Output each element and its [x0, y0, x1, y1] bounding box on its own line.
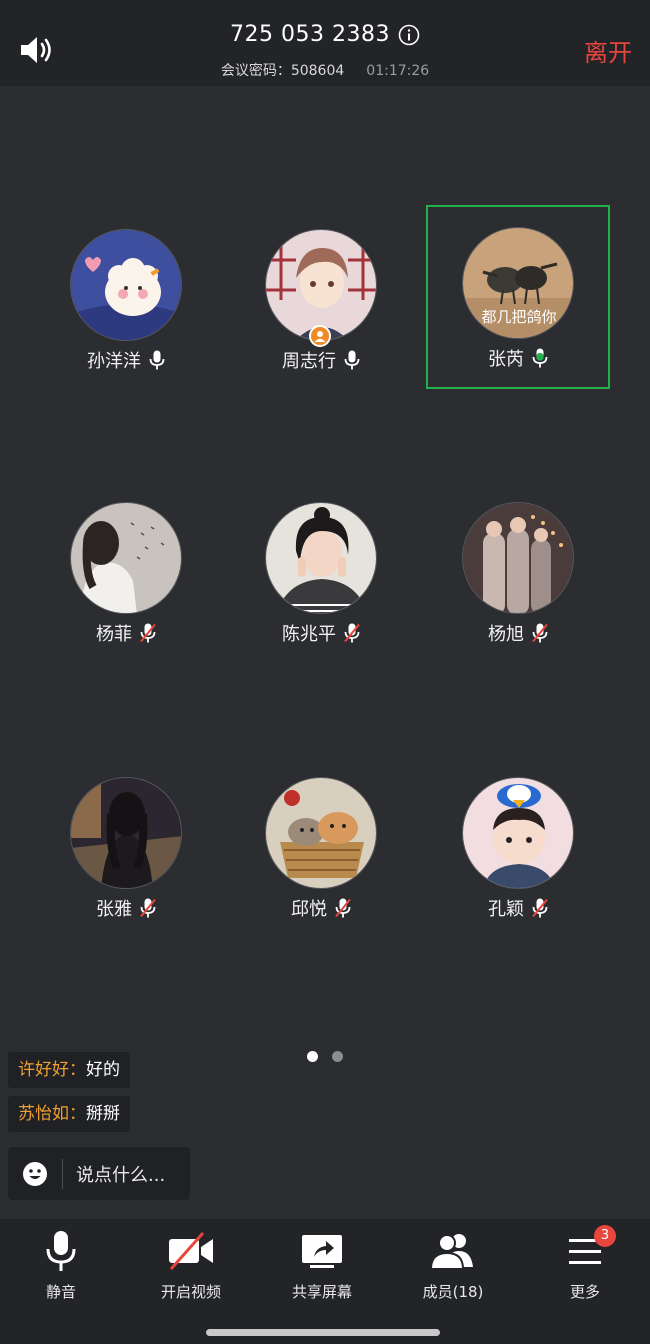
bottom-toolbar: 静音 开启视频 共享屏幕 成员(18) 3 更多	[0, 1219, 650, 1344]
mute-label: 静音	[45, 1283, 76, 1301]
participant-tile[interactable]: 杨菲	[36, 482, 216, 662]
meeting-header: 725 053 2383 会议密码：508604 01:17:26 离开	[0, 0, 650, 86]
emoji-icon[interactable]	[22, 1161, 48, 1187]
mic-speaking-icon	[532, 348, 548, 368]
avatar	[265, 502, 377, 614]
mic-muted-icon	[532, 898, 548, 918]
avatar: 都几把鸽你	[462, 227, 574, 339]
participant-name: 孔颖	[488, 899, 524, 920]
participant-name-row: 陈兆平	[231, 620, 411, 646]
more-button[interactable]: 3 更多	[530, 1225, 640, 1309]
meeting-id-row: 725 053 2383	[0, 22, 650, 47]
meeting-subinfo: 会议密码：508604 01:17:26	[0, 60, 650, 80]
mute-button[interactable]: 静音	[6, 1229, 116, 1309]
members-icon	[429, 1229, 477, 1273]
participant-name: 周志行	[282, 351, 336, 372]
meeting-id: 725 053 2383	[230, 22, 390, 47]
participant-name: 张雅	[96, 899, 132, 920]
chat-message: 苏怡如：掰掰	[8, 1096, 130, 1132]
members-label: 成员(18)	[422, 1283, 484, 1301]
page-dot-1[interactable]	[307, 1051, 318, 1062]
avatar	[70, 502, 182, 614]
participant-tile[interactable]: 孙洋洋	[36, 209, 216, 389]
chat-input[interactable]: 说点什么...	[8, 1147, 190, 1200]
mic-icon	[149, 350, 165, 370]
participant-tile[interactable]: 张雅	[36, 757, 216, 937]
participant-name-row: 孔颖	[428, 895, 608, 921]
participant-name-row: 张芮	[428, 345, 608, 371]
participant-name-row: 杨旭	[428, 620, 608, 646]
mic-muted-icon	[532, 623, 548, 643]
participant-name-row: 周志行	[231, 347, 411, 373]
participant-name: 孙洋洋	[87, 351, 141, 372]
participant-tile[interactable]: 杨旭	[428, 482, 608, 662]
participant-name: 杨旭	[488, 624, 524, 645]
chat-sender: 苏怡如：	[18, 1104, 86, 1124]
participant-name-row: 张雅	[36, 895, 216, 921]
participant-name: 陈兆平	[282, 624, 336, 645]
participant-tile[interactable]: 邱悦	[231, 757, 411, 937]
participant-name-row: 邱悦	[231, 895, 411, 921]
microphone-icon	[37, 1229, 85, 1273]
divider	[62, 1159, 63, 1189]
password-value: 508604	[290, 63, 345, 79]
avatar	[70, 777, 182, 889]
participant-name: 杨菲	[96, 624, 132, 645]
start-video-button[interactable]: 开启视频	[136, 1229, 246, 1309]
mic-muted-icon	[140, 898, 156, 918]
avatar	[462, 777, 574, 889]
participant-name-row: 孙洋洋	[36, 347, 216, 373]
mic-muted-icon	[335, 898, 351, 918]
share-screen-icon	[298, 1229, 346, 1273]
meeting-timer: 01:17:26	[366, 63, 430, 79]
notification-badge: 3	[594, 1225, 616, 1247]
participant-name: 邱悦	[291, 899, 327, 920]
info-icon[interactable]	[398, 24, 420, 46]
mic-icon	[344, 350, 360, 370]
password-label: 会议密码：	[220, 63, 291, 79]
video-off-icon	[167, 1229, 215, 1273]
participant-tile-active-speaker[interactable]: 都几把鸽你 张芮	[426, 205, 610, 389]
chat-sender: 许好好：	[18, 1060, 86, 1080]
participant-tile[interactable]: 陈兆平	[231, 482, 411, 662]
participant-name-row: 杨菲	[36, 620, 216, 646]
participant-tile[interactable]: 周志行	[231, 209, 411, 389]
host-badge-icon	[309, 325, 331, 347]
avatar-caption: 都几把鸽你	[481, 308, 556, 326]
members-button[interactable]: 成员(18)	[398, 1229, 508, 1309]
avatar	[70, 229, 182, 341]
home-indicator[interactable]	[206, 1329, 440, 1336]
chat-text: 好的	[86, 1060, 120, 1080]
chat-message: 许好好：好的	[8, 1052, 130, 1088]
participant-name: 张芮	[488, 349, 524, 370]
leave-button[interactable]: 离开	[584, 33, 632, 68]
mic-muted-icon	[344, 623, 360, 643]
chat-input-placeholder: 说点什么...	[76, 1165, 166, 1186]
more-label: 更多	[569, 1283, 600, 1301]
share-screen-button[interactable]: 共享屏幕	[267, 1229, 377, 1309]
page-dot-2[interactable]	[332, 1051, 343, 1062]
share-screen-label: 共享屏幕	[291, 1283, 352, 1301]
avatar	[265, 777, 377, 889]
chat-text: 掰掰	[86, 1104, 120, 1124]
start-video-label: 开启视频	[160, 1283, 221, 1301]
mic-muted-icon	[140, 623, 156, 643]
avatar	[462, 502, 574, 614]
participant-tile[interactable]: 孔颖	[428, 757, 608, 937]
